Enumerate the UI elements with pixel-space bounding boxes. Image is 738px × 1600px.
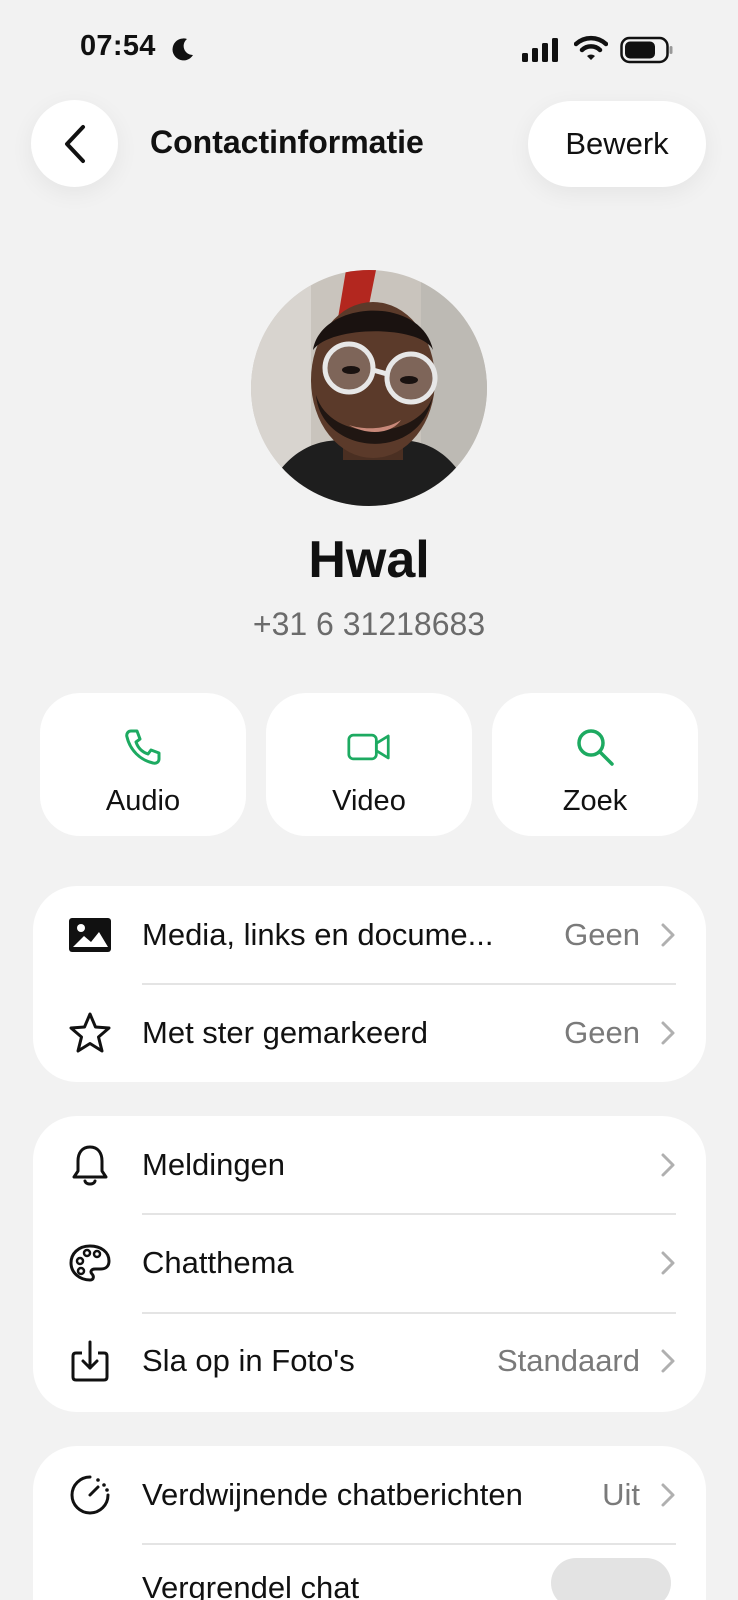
row-label: Vergrendel chat — [142, 1570, 360, 1600]
battery-icon — [620, 36, 673, 64]
chevron-right-icon — [661, 1153, 675, 1177]
row-value: Uit — [602, 1477, 640, 1512]
image-icon — [69, 918, 111, 952]
status-time: 07:54 — [80, 30, 156, 62]
signal-icon — [522, 38, 558, 62]
phone-icon — [125, 729, 161, 765]
settings-group: Meldingen Chatthema Sla op in Foto's Sta — [33, 1116, 706, 1412]
row-label: Meldingen — [142, 1147, 286, 1182]
video-icon — [347, 733, 390, 761]
search-icon — [577, 729, 614, 766]
starred-messages-row[interactable]: Met ster gemarkeerd Geen — [33, 984, 706, 1082]
save-to-photos-row[interactable]: Sla op in Foto's Standaard — [33, 1312, 706, 1410]
row-value: Geen — [564, 1015, 640, 1050]
row-value: Geen — [564, 917, 640, 952]
row-label: Media, links en docume... — [142, 917, 494, 952]
avatar[interactable] — [251, 270, 487, 506]
contact-phone: +31 6 31218683 — [252, 606, 486, 642]
row-label: Verdwijnende chatberichten — [142, 1477, 523, 1512]
row-label: Met ster gemarkeerd — [142, 1015, 428, 1050]
profile-photo — [251, 270, 487, 506]
bell-icon — [72, 1145, 108, 1186]
search-label: Zoek — [562, 785, 628, 817]
lock-chat-toggle[interactable] — [551, 1558, 671, 1600]
chevron-right-icon — [661, 1021, 675, 1045]
audio-label: Audio — [105, 785, 181, 817]
row-label: Sla op in Foto's — [142, 1343, 355, 1378]
chevron-right-icon — [661, 923, 675, 947]
palette-icon — [69, 1244, 111, 1282]
star-icon — [69, 1012, 111, 1053]
contact-name: Hwal — [308, 531, 430, 589]
chevron-right-icon — [661, 1483, 675, 1507]
chevron-right-icon — [661, 1251, 675, 1275]
wifi-icon — [574, 35, 608, 60]
search-button[interactable]: Zoek — [492, 693, 698, 836]
chevron-left-icon — [64, 124, 85, 163]
row-value: Standaard — [496, 1343, 640, 1378]
privacy-group: Verdwijnende chatberichten Uit Vergrende… — [33, 1446, 706, 1600]
download-icon — [71, 1340, 109, 1382]
media-group: Media, links en docume... Geen Met ster … — [33, 886, 706, 1082]
video-label: Video — [332, 785, 406, 817]
moon-icon — [172, 38, 193, 61]
notifications-row[interactable]: Meldingen — [33, 1116, 706, 1214]
chevron-right-icon — [661, 1349, 675, 1373]
video-call-button[interactable]: Video — [266, 693, 472, 836]
media-links-docs-row[interactable]: Media, links en docume... Geen — [33, 886, 706, 984]
status-bar: 07:54 — [0, 0, 738, 100]
back-button[interactable] — [31, 100, 118, 187]
disappearing-messages-row[interactable]: Verdwijnende chatberichten Uit — [33, 1446, 706, 1544]
audio-call-button[interactable]: Audio — [40, 693, 246, 836]
timer-icon — [70, 1475, 110, 1515]
chat-theme-row[interactable]: Chatthema — [33, 1214, 706, 1312]
row-label: Chatthema — [142, 1245, 294, 1280]
edit-button[interactable]: Bewerk — [528, 101, 706, 187]
page-title: Contactinformatie — [150, 124, 424, 160]
